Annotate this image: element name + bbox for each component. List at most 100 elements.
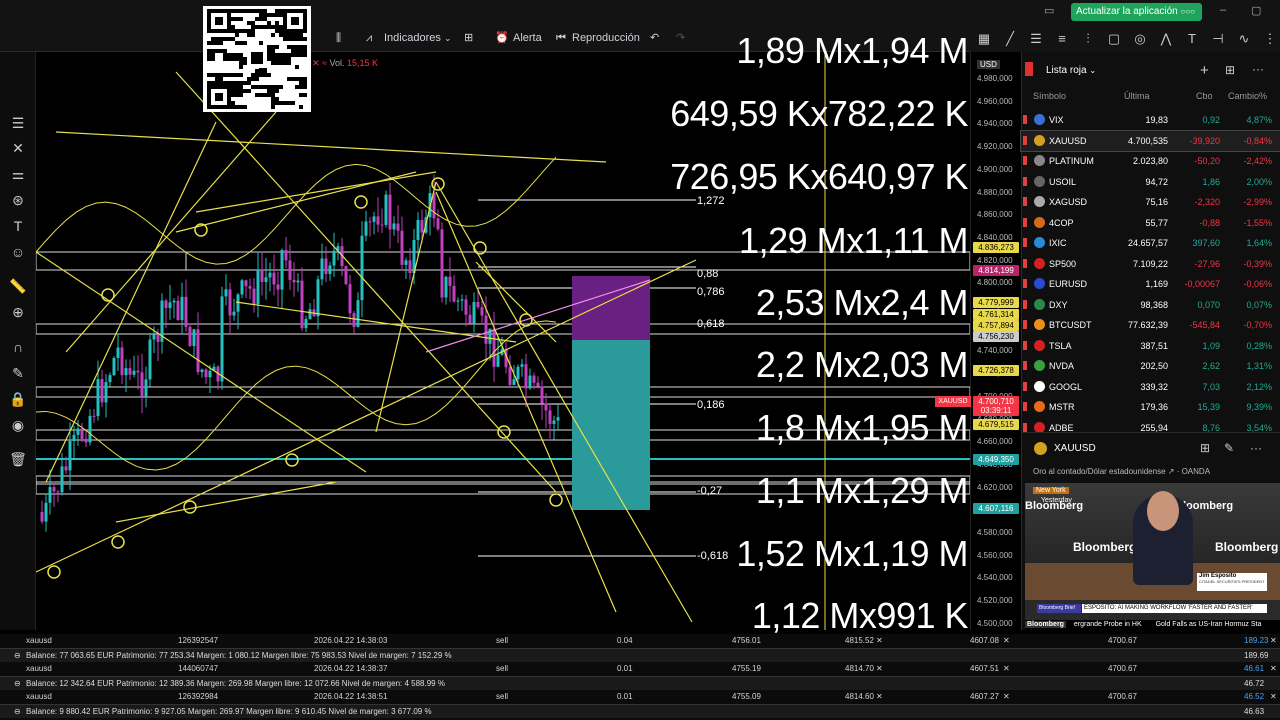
qr-finder [215,93,223,101]
watchlist-row[interactable]: PLATINUM 2.023,80 -50,20 -2,42% [1021,151,1280,171]
trendline-icon[interactable]: ╱ [1002,31,1018,47]
expand-icon[interactable]: ⊖ [14,705,21,719]
upgrade-button[interactable]: Actualizar la aplicación ○○○ [1071,3,1202,21]
watchlist-row[interactable]: NVDA 202,50 2,62 1,31% [1021,356,1280,376]
price-axis[interactable]: USD 4.980,000 4.960,000 4.940,000 4.920,000… [935,52,1020,630]
circle-icon[interactable]: ◎ [1132,31,1148,47]
indicators-icon[interactable]: ⩘ [366,31,372,47]
close-icon[interactable]: ✕ [1003,662,1010,676]
redo-icon[interactable]: ↷ [676,31,685,47]
magnet-icon[interactable]: ∩ [8,338,28,356]
symbol-icon [1034,155,1045,166]
cursor-icon[interactable]: ✕ [8,139,28,157]
qr-module [235,57,239,61]
watchlist-row[interactable]: DXY 98,368 0,070 0,07% [1021,295,1280,315]
maximize-icon[interactable]: ▢ [1251,4,1261,17]
volume-close-icon[interactable]: ✕ ≈ [312,58,327,68]
close-icon[interactable]: ✕ [876,634,883,648]
watchlist-row[interactable]: TSLA 387,51 1,09 0,28% [1021,336,1280,356]
edit-icon[interactable]: ✎ [1224,441,1234,455]
close-icon[interactable]: ✕ [1270,634,1277,648]
hlines-icon[interactable]: ☰ [1028,31,1044,47]
indicators-button[interactable]: Indicadores [384,31,441,47]
watchlist-row[interactable]: GOOGL 339,32 7,03 2,12% [1021,377,1280,397]
currency-label[interactable]: USD [977,60,1000,69]
chevron-down-icon[interactable]: ⌄ [444,31,452,47]
watchlist-row[interactable]: ADBE 255,94 8,76 3,54% [1021,418,1280,438]
detail-grid-icon[interactable]: ⊞ [1200,441,1210,455]
watchlist-row[interactable]: SP500 7.109,22 -27,96 -0,39% [1021,254,1280,274]
chevron-down-icon: ⌄ [1089,66,1097,75]
watchlist-row[interactable]: VIX 19,83 0,92 4,87% [1021,110,1280,130]
row-flag [1023,258,1027,268]
rectangle-icon[interactable]: ▢ [1106,31,1122,47]
more-icon[interactable]: ⋮ [1262,31,1278,47]
watchlist-row[interactable]: USOIL 94,72 1,86 2,00% [1021,172,1280,192]
pattern-icon[interactable]: ⋀ [1158,31,1174,47]
pos-profit: 189.23 [1244,636,1269,645]
close-icon[interactable]: ✕ [1270,690,1277,704]
ruler-icon[interactable]: 📏 [8,277,28,295]
external-link-icon[interactable]: ↗ [1168,467,1175,476]
qr-module [267,13,271,17]
column-header-change[interactable]: Cbo [1196,91,1213,101]
lock-draw-icon[interactable]: ✎ [8,364,28,382]
minimize-icon[interactable]: – [1220,4,1226,16]
column-header-last[interactable]: Última [1124,91,1150,101]
watchlist-row[interactable]: 4COP 55,77 -0,88 -1,55% [1021,213,1280,233]
qr-module [287,101,291,105]
detail-more-icon[interactable]: ··· [1250,441,1262,455]
text-icon[interactable]: T [1184,31,1200,46]
chart-type-icon[interactable]: ⫼ [336,31,341,47]
lines-icon[interactable]: ⚌ [8,165,28,183]
expand-icon[interactable]: ⊖ [14,649,21,663]
watchlist-row[interactable]: MSTR 179,36 15,39 9,39% [1021,397,1280,417]
measure-icon[interactable]: ⊣ [1210,31,1226,47]
watchlist-row[interactable]: XAGUSD 75,16 -2,320 -2,99% [1021,192,1280,212]
shapes-icon[interactable]: ⊛ [8,191,28,209]
trash-icon[interactable]: 🗑 [8,450,28,468]
watchlist-row[interactable]: EURUSD 1,169 -0,00067 -0,06% [1021,274,1280,294]
watchlist-row[interactable]: XAUUSD 4.700,535 -39,920 -0,84% [1020,129,1280,152]
layout-icon[interactable]: ⊞ [1225,63,1235,77]
qr-module [303,49,307,53]
video-overlay[interactable]: New York Yesterday Bloomberg Bloomberg B… [1025,483,1280,620]
watchlist-row[interactable]: BTCUSDT 77.632,39 -545,84 -0,70% [1021,315,1280,335]
close-icon[interactable]: ✕ [1003,690,1010,704]
add-symbol-icon[interactable]: + [1200,62,1209,79]
expand-icon[interactable]: ⊖ [14,677,21,691]
alert-button[interactable]: Alerta [513,31,542,47]
detail-symbol[interactable]: XAUUSD [1054,443,1096,454]
position-row[interactable]: xauusd 144060747 2026.04.22 14:38:37 sell 0.… [0,662,1280,676]
alert-icon[interactable]: ⏰ [495,31,509,47]
text-tool-icon[interactable]: T [8,217,28,235]
menu-icon[interactable]: ☰ [8,114,28,132]
undo-icon[interactable]: ↶ [650,31,659,47]
fib-icon[interactable]: ≡ [1054,31,1070,46]
replay-icon[interactable]: ⏮ [556,31,566,47]
pitchfork-icon[interactable]: ⫶ [1080,31,1096,47]
close-icon[interactable]: ✕ [876,690,883,704]
lock-icon[interactable]: 🔒 [8,390,28,408]
position-row[interactable]: xauusd 126392984 2026.04.22 14:38:51 sell 0.… [0,690,1280,704]
replay-button[interactable]: Reproducción [572,31,640,47]
candle-body [460,299,464,301]
qr-module [267,53,271,57]
emoji-icon[interactable]: ☺ [8,243,28,261]
column-header-change-pct[interactable]: Cambio% [1228,91,1267,101]
screen-icon[interactable]: ▭ [1044,4,1054,17]
grid-icon[interactable]: ▦ [976,31,992,47]
close-icon[interactable]: ✕ [1003,634,1010,648]
position-row[interactable]: xauusd 126392547 2026.04.22 14:38:03 sell 0.… [0,634,1280,648]
eye-icon[interactable]: ◉ [8,416,28,434]
column-header-symbol[interactable]: Símbolo [1033,91,1066,101]
close-icon[interactable]: ✕ [1270,662,1277,676]
more-options-icon[interactable]: ··· [1252,62,1264,76]
watchlist-title[interactable]: Lista roja ⌄ [1046,65,1096,76]
templates-icon[interactable]: ⊞ [464,31,473,47]
watchlist-row[interactable]: IXIC 24.657,57 397,60 1,64% [1021,233,1280,253]
close-icon[interactable]: ✕ [876,662,883,676]
wave-icon[interactable]: ∿ [1236,31,1252,47]
qr-module [243,89,247,93]
zoom-icon[interactable]: ⊕ [8,303,28,321]
